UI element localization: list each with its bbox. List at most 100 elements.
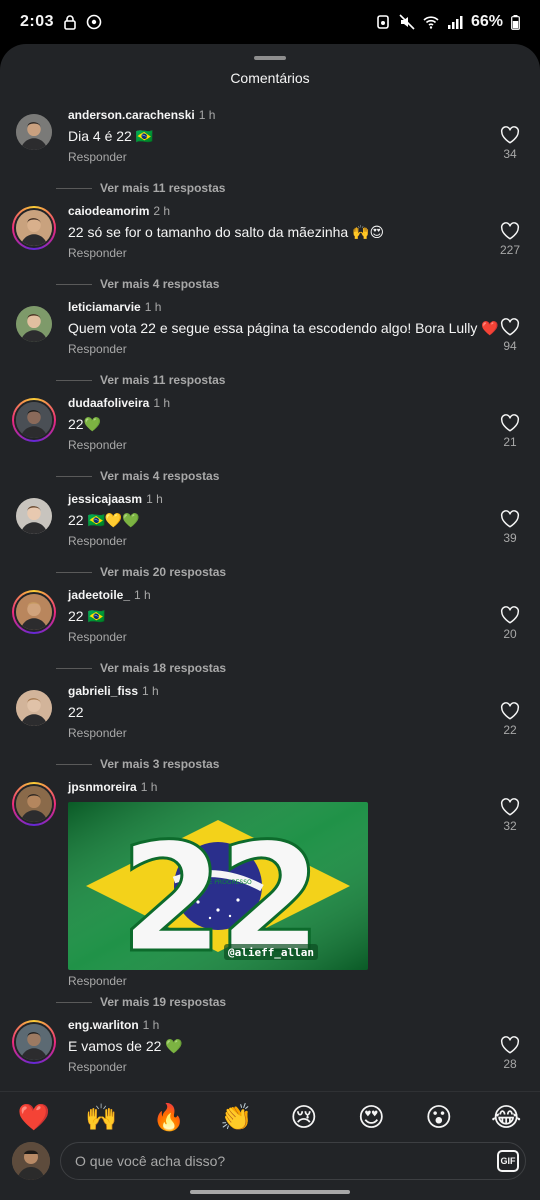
comment-input[interactable]: O que você acha disso? GIF <box>60 1142 526 1180</box>
emoji-raising-hands-button[interactable]: 🙌 <box>79 1095 123 1139</box>
comment-body: caiodeamorim 2 h 22 só se for o tamanho do… <box>68 202 488 260</box>
notification-app-icon <box>86 14 102 30</box>
emoji-fire-button[interactable]: 🔥 <box>147 1095 191 1139</box>
sticker-22-brazil-flag: ORDEM E PROGRESSO22@alieff_allan <box>68 802 368 970</box>
reply-button[interactable]: Responder <box>68 246 488 260</box>
nfc-icon <box>377 15 389 29</box>
like-count: 39 <box>503 531 517 545</box>
thread-line <box>56 379 92 381</box>
reply-button[interactable]: Responder <box>68 726 488 740</box>
comment-item: anderson.carachenski 1 h Dia 4 é 22 🇧🇷 Resp… <box>0 106 540 202</box>
comments-list[interactable]: anderson.carachenski 1 h Dia 4 é 22 🇧🇷 Resp… <box>0 106 540 1091</box>
heart-icon <box>500 1036 520 1054</box>
status-time: 2:03 <box>20 13 55 30</box>
svg-text:@alieff_allan: @alieff_allan <box>228 946 314 959</box>
comment-sticker[interactable]: ORDEM E PROGRESSO 22 @alieff_allan <box>68 802 368 970</box>
like-button[interactable]: 20 <box>496 606 524 641</box>
like-button[interactable]: 39 <box>496 510 524 545</box>
like-count: 28 <box>503 1057 517 1071</box>
comment-username[interactable]: eng.warliton <box>68 1018 139 1032</box>
emoji-clapping-hands-button[interactable]: 👏 <box>214 1095 258 1139</box>
comment-avatar[interactable] <box>12 206 56 250</box>
view-more-replies[interactable]: Ver mais 3 respostas <box>56 754 219 774</box>
like-button[interactable]: 22 <box>496 702 524 737</box>
drag-handle[interactable] <box>254 56 286 60</box>
like-count: 34 <box>503 147 517 161</box>
comment-item: jpsnmoreira 1 h ORDEM E PROGRESSO 22 @alieff… <box>0 778 540 1016</box>
view-more-replies[interactable]: Ver mais 11 respostas <box>56 178 225 198</box>
like-button[interactable]: 34 <box>496 126 524 161</box>
thread-line <box>56 1001 92 1003</box>
reply-button[interactable]: Responder <box>68 1060 488 1074</box>
view-more-replies[interactable]: Ver mais 4 respostas <box>56 466 219 486</box>
comment-username[interactable]: anderson.carachenski <box>68 108 195 122</box>
view-more-replies[interactable]: Ver mais 4 respostas <box>56 274 219 294</box>
comment-avatar[interactable] <box>12 110 56 154</box>
comment-time: 1 h <box>146 492 163 506</box>
comment-input-row: O que você acha disso? GIF <box>0 1142 540 1182</box>
reply-button[interactable]: Responder <box>68 534 488 548</box>
reply-button[interactable]: Responder <box>68 630 488 644</box>
view-more-replies-label: Ver mais 19 respostas <box>100 995 227 1009</box>
view-more-replies[interactable]: Ver mais 20 respostas <box>56 562 226 582</box>
reply-button[interactable]: Responder <box>68 438 488 452</box>
comment-text: 22 só se for o tamanho do salto da mãezi… <box>68 224 385 240</box>
like-button[interactable]: 21 <box>496 414 524 449</box>
comment-time: 1 h <box>153 396 171 410</box>
like-button[interactable]: 227 <box>496 222 524 257</box>
comment-body: jadeetoile_ 1 h 22 🇧🇷 Responder <box>68 586 488 644</box>
comment-item: caiodeamorim 2 h 22 só se for o tamanho do… <box>0 202 540 298</box>
like-button[interactable]: 28 <box>496 1036 524 1071</box>
thread-line <box>56 763 92 765</box>
view-more-replies-label: Ver mais 4 respostas <box>100 277 220 291</box>
comment-avatar[interactable] <box>12 494 56 538</box>
heart-icon <box>500 510 520 528</box>
comment-username[interactable]: jessicajaasm <box>68 492 142 506</box>
reply-button[interactable]: Responder <box>68 974 488 988</box>
view-more-replies[interactable]: Ver mais 18 respostas <box>56 658 226 678</box>
reply-button[interactable]: Responder <box>68 342 488 356</box>
signal-icon <box>447 16 463 29</box>
emoji-crying-face-button[interactable]: 😢 <box>282 1095 326 1139</box>
comment-avatar[interactable] <box>12 590 56 634</box>
comment-avatar[interactable] <box>12 686 56 730</box>
comments-sheet: Comentários anderson.carachenski 1 h Dia 4… <box>0 44 540 1200</box>
thread-line <box>56 571 92 573</box>
comment-username[interactable]: leticiamarvie <box>68 300 141 314</box>
comment-username[interactable]: dudaafoliveira <box>68 396 149 410</box>
comment-time: 1 h <box>142 684 159 698</box>
view-more-replies-label: Ver mais 11 respostas <box>100 373 226 387</box>
mute-icon <box>399 14 415 30</box>
comment-username[interactable]: jadeetoile_ <box>68 588 130 602</box>
wifi-icon <box>423 16 439 29</box>
emoji-laughing-face-button[interactable]: 😂 <box>484 1095 528 1139</box>
lock-icon <box>64 15 76 30</box>
comment-avatar[interactable] <box>12 782 56 826</box>
like-button[interactable]: 94 <box>496 318 524 353</box>
emoji-heart-button[interactable]: ❤️ <box>12 1095 56 1139</box>
emoji-heart-eyes-button[interactable]: 😍 <box>349 1095 393 1139</box>
comment-username[interactable]: gabrieli_fiss <box>68 684 138 698</box>
like-count: 21 <box>503 435 517 449</box>
comment-username[interactable]: jpsnmoreira <box>68 780 137 794</box>
comment-body: eng.warliton 1 h E vamos de 22 💚 Responder <box>68 1016 488 1074</box>
thread-line <box>56 667 92 669</box>
emoji-surprised-face-button[interactable]: 😮 <box>417 1095 461 1139</box>
gif-button[interactable]: GIF <box>497 1150 519 1172</box>
comment-avatar[interactable] <box>12 1020 56 1064</box>
comment-time: 1 h <box>144 300 162 314</box>
comment-text: 22 🇧🇷 <box>68 608 105 624</box>
reply-button[interactable]: Responder <box>68 150 488 164</box>
comment-username[interactable]: caiodeamorim <box>68 204 149 218</box>
heart-icon <box>500 414 520 432</box>
heart-icon <box>500 798 520 816</box>
comment-item: eng.warliton 1 h E vamos de 22 💚 Responder 2… <box>0 1016 540 1091</box>
comment-avatar[interactable] <box>12 302 56 346</box>
comment-body: jpsnmoreira 1 h ORDEM E PROGRESSO 22 @alieff… <box>68 778 488 988</box>
comment-text: E vamos de 22 💚 <box>68 1038 183 1054</box>
like-count: 94 <box>503 339 517 353</box>
view-more-replies[interactable]: Ver mais 11 respostas <box>56 370 225 390</box>
like-button[interactable]: 32 <box>496 798 524 833</box>
comment-avatar[interactable] <box>12 398 56 442</box>
view-more-replies[interactable]: Ver mais 19 respostas <box>56 992 226 1012</box>
